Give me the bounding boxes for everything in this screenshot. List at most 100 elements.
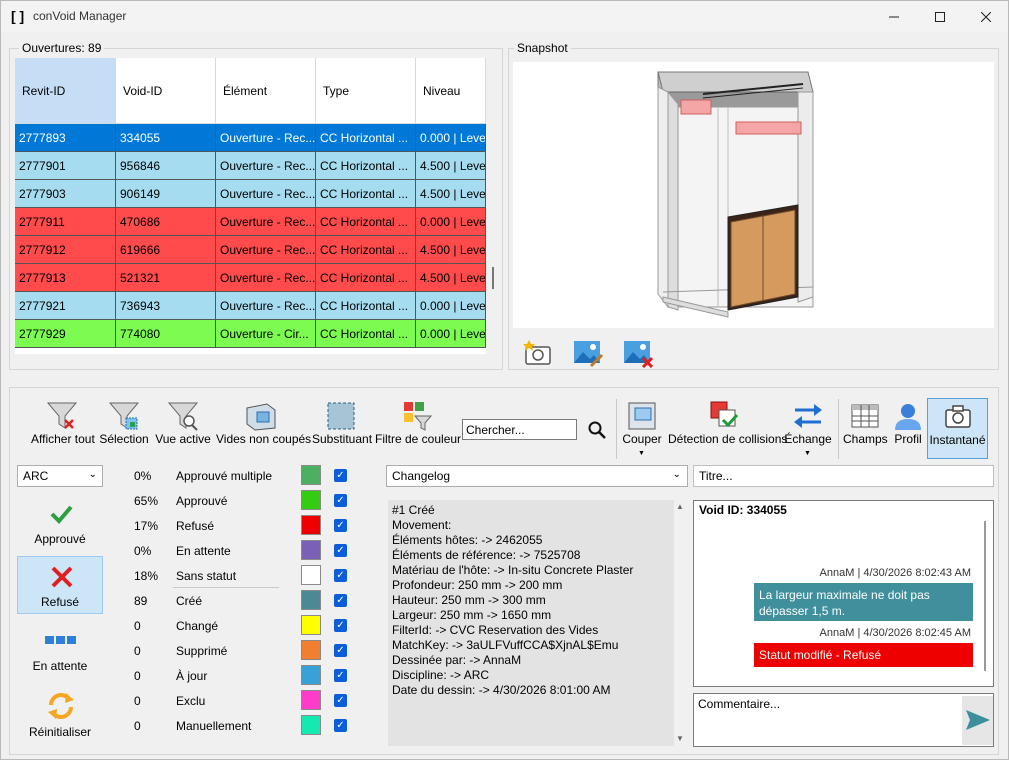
changelog-scrollbar[interactable]: ▲ ▼ bbox=[674, 500, 686, 746]
cell-void-id[interactable]: 736943 bbox=[116, 292, 216, 320]
cell-type[interactable]: CC Horizontal ... bbox=[316, 236, 416, 264]
table-vertical-scrollbar[interactable] bbox=[489, 58, 499, 354]
cell-void-id[interactable]: 334055 bbox=[116, 124, 216, 152]
selection-button[interactable]: Sélection bbox=[98, 398, 150, 454]
cell-type[interactable]: CC Horizontal ... bbox=[316, 180, 416, 208]
cell-level[interactable]: 0.000 | Level bbox=[416, 292, 486, 320]
reset-button[interactable]: Réinitialiser bbox=[17, 687, 103, 745]
status-color-swatch[interactable] bbox=[301, 565, 321, 585]
status-color-swatch[interactable] bbox=[301, 465, 321, 485]
cell-element[interactable]: Ouverture - Rec... bbox=[216, 292, 316, 320]
reject-button[interactable]: Refusé bbox=[17, 556, 103, 614]
scroll-thumb[interactable] bbox=[492, 267, 494, 289]
close-button[interactable] bbox=[963, 1, 1009, 32]
cell-revit-id[interactable]: 2777903 bbox=[15, 180, 116, 208]
cell-level[interactable]: 0.000 | Level bbox=[416, 124, 486, 152]
cell-type[interactable]: CC Horizontal ... bbox=[316, 264, 416, 292]
status-color-swatch[interactable] bbox=[301, 715, 321, 735]
cell-void-id[interactable]: 774080 bbox=[116, 320, 216, 348]
status-visibility-checkbox[interactable]: ✓ bbox=[334, 569, 347, 582]
collision-detection-button[interactable]: Détection de collisions bbox=[668, 398, 787, 454]
column-header-revit-id[interactable]: Revit-ID bbox=[15, 58, 116, 124]
search-button[interactable] bbox=[587, 420, 607, 440]
table-row[interactable]: 2777893 334055 Ouverture - Rec... CC Horizo… bbox=[15, 124, 486, 152]
status-color-swatch[interactable] bbox=[301, 690, 321, 710]
status-visibility-checkbox[interactable]: ✓ bbox=[334, 619, 347, 632]
status-color-swatch[interactable] bbox=[301, 590, 321, 610]
cell-void-id[interactable]: 906149 bbox=[116, 180, 216, 208]
cell-type[interactable]: CC Horizontal ... bbox=[316, 320, 416, 348]
table-row[interactable]: 2777901 956846 Ouverture - Rec... CC Horizo… bbox=[15, 152, 486, 180]
cell-level[interactable]: 0.000 | Level bbox=[416, 320, 486, 348]
cell-revit-id[interactable]: 2777911 bbox=[15, 208, 116, 236]
table-row[interactable]: 2777912 619666 Ouverture - Rec... CC Horizo… bbox=[15, 236, 486, 264]
status-color-swatch[interactable] bbox=[301, 640, 321, 660]
table-row[interactable]: 2777929 774080 Ouverture - Cir... CC Horizo… bbox=[15, 320, 486, 348]
cell-revit-id[interactable]: 2777913 bbox=[15, 264, 116, 292]
cell-void-id[interactable]: 956846 bbox=[116, 152, 216, 180]
cell-element[interactable]: Ouverture - Rec... bbox=[216, 264, 316, 292]
cell-revit-id[interactable]: 2777929 bbox=[15, 320, 116, 348]
cell-void-id[interactable]: 619666 bbox=[116, 236, 216, 264]
discipline-select[interactable]: ARC ⌄ bbox=[17, 465, 103, 487]
comment-title-input[interactable]: Titre... bbox=[693, 465, 994, 487]
profile-button[interactable]: Profil bbox=[893, 398, 923, 454]
cell-level[interactable]: 4.500 | Level bbox=[416, 180, 486, 208]
cell-void-id[interactable]: 470686 bbox=[116, 208, 216, 236]
status-visibility-checkbox[interactable]: ✓ bbox=[334, 719, 347, 732]
show-all-button[interactable]: Afficher tout bbox=[31, 398, 95, 454]
cell-level[interactable]: 4.500 | Level bbox=[416, 264, 486, 292]
cell-element[interactable]: Ouverture - Cir... bbox=[216, 320, 316, 348]
comment-input[interactable]: Commentaire... bbox=[693, 693, 994, 747]
scroll-up-icon[interactable]: ▲ bbox=[676, 502, 684, 511]
status-visibility-checkbox[interactable]: ✓ bbox=[334, 519, 347, 532]
status-visibility-checkbox[interactable]: ✓ bbox=[334, 669, 347, 682]
fields-button[interactable]: Champs bbox=[843, 398, 888, 454]
edit-snapshot-button[interactable] bbox=[573, 338, 604, 368]
status-color-swatch[interactable] bbox=[301, 540, 321, 560]
cell-revit-id[interactable]: 2777893 bbox=[15, 124, 116, 152]
status-color-swatch[interactable] bbox=[301, 490, 321, 510]
cell-type[interactable]: CC Horizontal ... bbox=[316, 152, 416, 180]
exchange-button[interactable]: Échange ▼ bbox=[784, 398, 832, 457]
uncut-voids-button[interactable]: Vides non coupés bbox=[216, 398, 311, 454]
cell-type[interactable]: CC Horizontal ... bbox=[316, 208, 416, 236]
minimize-button[interactable] bbox=[871, 1, 917, 32]
cell-level[interactable]: 4.500 | Level bbox=[416, 152, 486, 180]
status-color-swatch[interactable] bbox=[301, 615, 321, 635]
status-visibility-checkbox[interactable]: ✓ bbox=[334, 694, 347, 707]
cell-type[interactable]: CC Horizontal ... bbox=[316, 292, 416, 320]
cell-element[interactable]: Ouverture - Rec... bbox=[216, 208, 316, 236]
pending-button[interactable]: En attente bbox=[17, 621, 103, 679]
cell-revit-id[interactable]: 2777901 bbox=[15, 152, 116, 180]
cell-element[interactable]: Ouverture - Rec... bbox=[216, 236, 316, 264]
substitute-button[interactable]: Substituant bbox=[312, 398, 372, 454]
status-visibility-checkbox[interactable]: ✓ bbox=[334, 469, 347, 482]
table-row[interactable]: 2777921 736943 Ouverture - Rec... CC Horizo… bbox=[15, 292, 486, 320]
column-header-type[interactable]: Type bbox=[316, 58, 416, 124]
cell-element[interactable]: Ouverture - Rec... bbox=[216, 124, 316, 152]
approve-button[interactable]: Approuvé bbox=[17, 494, 103, 552]
cell-level[interactable]: 4.500 | Level bbox=[416, 236, 486, 264]
column-header-level[interactable]: Niveau bbox=[416, 58, 486, 124]
capture-snapshot-button[interactable] bbox=[523, 338, 553, 368]
cell-element[interactable]: Ouverture - Rec... bbox=[216, 180, 316, 208]
maximize-button[interactable] bbox=[917, 1, 963, 32]
cell-revit-id[interactable]: 2777921 bbox=[15, 292, 116, 320]
cell-type[interactable]: CC Horizontal ... bbox=[316, 124, 416, 152]
cell-element[interactable]: Ouverture - Rec... bbox=[216, 152, 316, 180]
column-header-void-id[interactable]: Void-ID bbox=[116, 58, 216, 124]
column-header-element[interactable]: Élément bbox=[216, 58, 316, 124]
cut-button[interactable]: Couper ▼ bbox=[620, 398, 664, 457]
delete-snapshot-button[interactable] bbox=[623, 338, 654, 369]
search-input[interactable]: Chercher... bbox=[462, 419, 577, 440]
active-view-button[interactable]: Vue active bbox=[154, 398, 212, 454]
changelog-select[interactable]: Changelog ⌄ bbox=[386, 465, 688, 487]
cell-void-id[interactable]: 521321 bbox=[116, 264, 216, 292]
status-visibility-checkbox[interactable]: ✓ bbox=[334, 544, 347, 557]
status-visibility-checkbox[interactable]: ✓ bbox=[334, 594, 347, 607]
table-row[interactable]: 2777903 906149 Ouverture - Rec... CC Horizo… bbox=[15, 180, 486, 208]
send-button[interactable] bbox=[962, 696, 993, 745]
status-color-swatch[interactable] bbox=[301, 515, 321, 535]
cell-revit-id[interactable]: 2777912 bbox=[15, 236, 116, 264]
